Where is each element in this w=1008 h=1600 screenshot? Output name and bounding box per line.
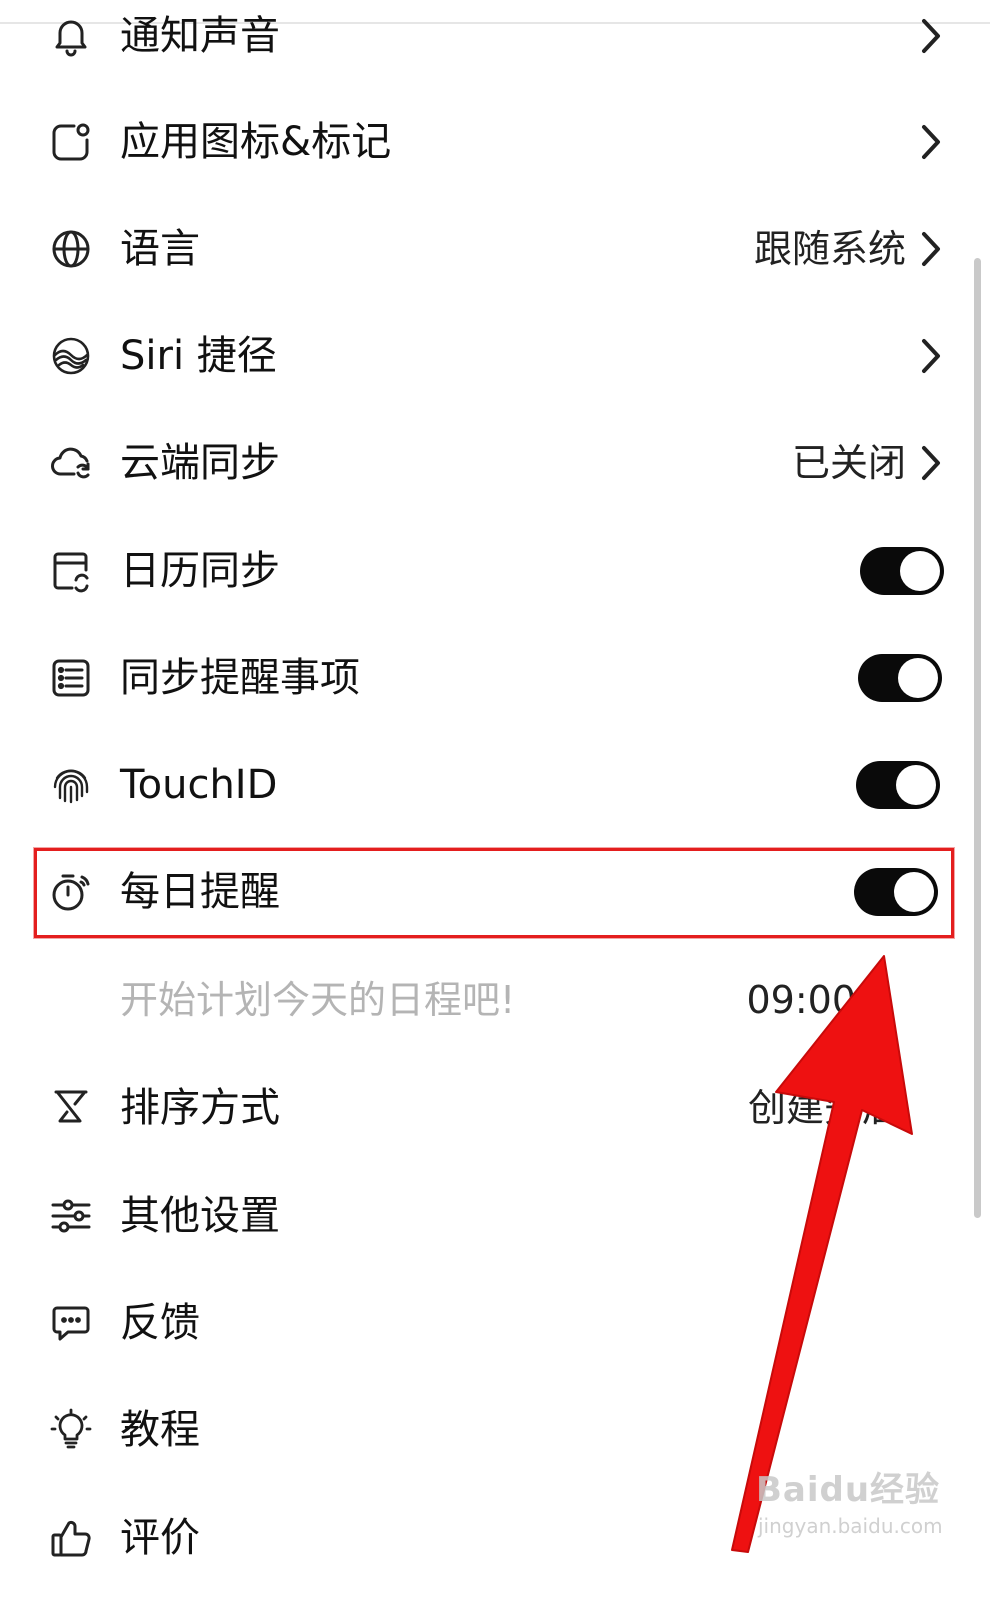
chevron-right-icon: [920, 444, 942, 482]
settings-row-daily-reminder-detail[interactable]: 开始计划今天的日程吧! 09:00: [0, 946, 970, 1053]
settings-row-value: 创建先后: [747, 1085, 900, 1130]
thumbs-up-icon: [48, 1515, 94, 1561]
cloud-sync-icon: [48, 440, 94, 486]
chevron-right-icon: [920, 123, 942, 161]
baidu-watermark: Baidu经验 jingyan.baidu.com: [756, 1462, 946, 1552]
settings-row-label: 同步提醒事项: [120, 654, 360, 701]
reminder-message: 开始计划今天的日程吧!: [120, 977, 516, 1022]
touchid-toggle[interactable]: [856, 760, 940, 809]
chat-bubble-icon: [48, 1300, 94, 1346]
calendar-sync-toggle[interactable]: [860, 546, 944, 595]
globe-icon: [48, 226, 94, 272]
toggle-knob: [898, 657, 938, 698]
chevron-right-icon: [920, 337, 942, 375]
settings-row-calendar-sync: 日历同步: [0, 517, 970, 624]
bell-icon: [48, 13, 94, 59]
settings-row-label: Siri 捷径: [120, 332, 277, 379]
settings-row-touchid: TouchID: [0, 731, 970, 838]
settings-row-sort-order[interactable]: 排序方式 创建先后: [0, 1054, 970, 1161]
siri-icon: [48, 333, 94, 379]
reminder-time: 09:00: [746, 977, 856, 1022]
settings-row-notification-sound[interactable]: 通知声音: [0, 0, 970, 89]
settings-row-label: TouchID: [120, 761, 278, 808]
settings-row-label: 日历同步: [120, 547, 280, 594]
app-badge-icon: [48, 119, 94, 165]
reminders-sync-toggle[interactable]: [858, 653, 942, 702]
settings-row-app-icon-badge[interactable]: 应用图标&标记: [0, 88, 970, 195]
fingerprint-icon: [48, 762, 94, 808]
settings-row-label: 应用图标&标记: [120, 118, 392, 165]
settings-row-label: 通知声音: [120, 12, 280, 59]
settings-row-label: 云端同步: [120, 439, 280, 486]
watermark-url: jingyan.baidu.com: [758, 1514, 943, 1538]
sort-icon: [48, 1085, 94, 1131]
list-icon: [48, 655, 94, 701]
toggle-knob: [900, 550, 940, 591]
settings-row-label: 反馈: [120, 1299, 200, 1346]
settings-row-other-settings[interactable]: 其他设置: [0, 1162, 970, 1269]
chevron-right-icon: [920, 17, 942, 55]
settings-row-reminders-sync: 同步提醒事项: [0, 624, 970, 731]
calendar-sync-icon: [48, 548, 94, 594]
settings-row-feedback[interactable]: 反馈: [0, 1269, 970, 1376]
settings-row-label: 其他设置: [120, 1192, 280, 1239]
highlight-box: [34, 848, 954, 938]
scrollbar[interactable]: [974, 258, 981, 1218]
lightbulb-icon: [48, 1407, 94, 1453]
sliders-icon: [48, 1193, 94, 1239]
settings-row-label: 排序方式: [120, 1084, 280, 1131]
settings-row-value: 跟随系统: [753, 226, 906, 271]
settings-row-label: 评价: [120, 1514, 200, 1561]
settings-row-label: 教程: [120, 1406, 200, 1453]
settings-row-cloud-sync[interactable]: 云端同步 已关闭: [0, 409, 970, 516]
chevron-right-icon: [920, 230, 942, 268]
settings-row-value: 已关闭: [791, 440, 906, 485]
toggle-knob: [896, 764, 936, 805]
watermark-logo: Baidu经验: [756, 1470, 941, 1510]
settings-row-language[interactable]: 语言 跟随系统: [0, 195, 970, 302]
settings-row-label: 语言: [120, 225, 200, 272]
settings-row-siri-shortcuts[interactable]: Siri 捷径: [0, 302, 970, 409]
